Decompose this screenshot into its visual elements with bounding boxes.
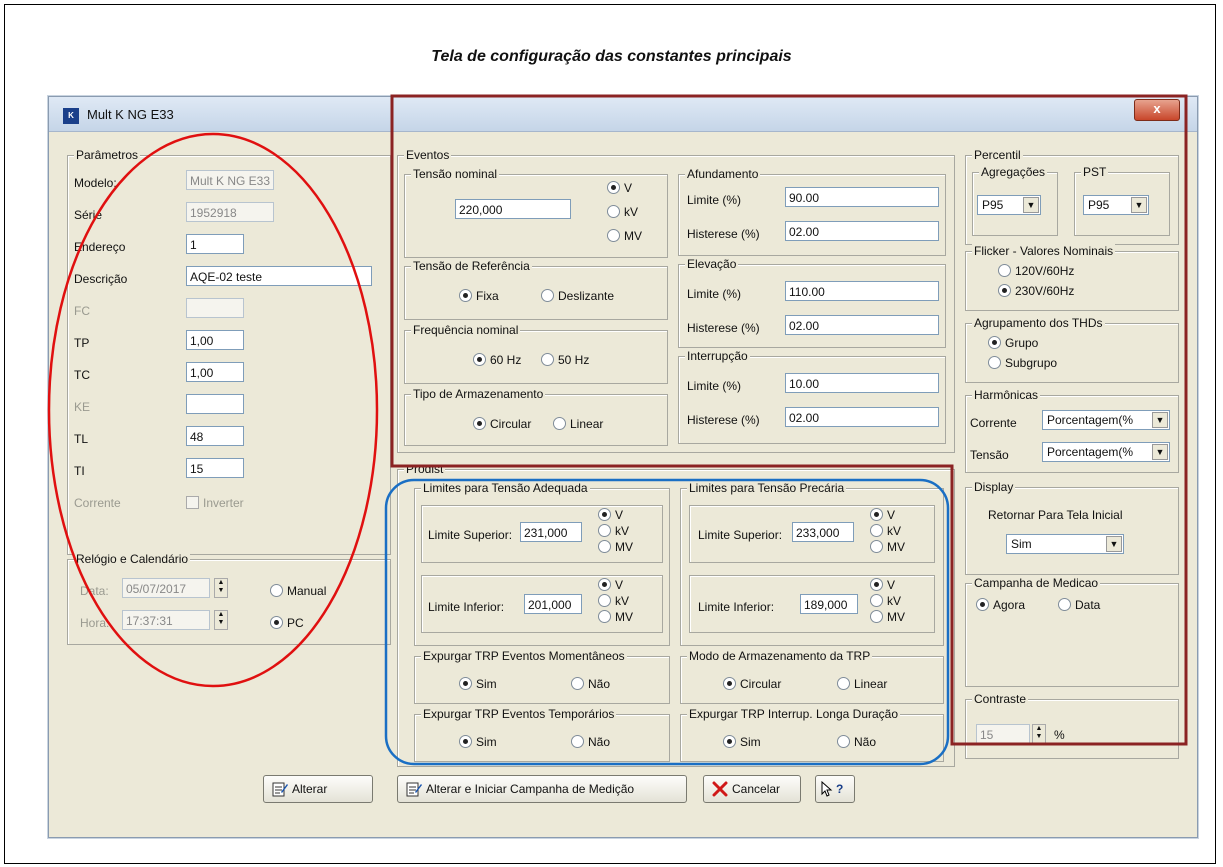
annotation-overlay [47, 94, 1188, 766]
red-ellipse-annotation [47, 132, 379, 688]
brown-outline-annotation [390, 94, 1188, 746]
blue-rounded-annotation [384, 478, 950, 766]
